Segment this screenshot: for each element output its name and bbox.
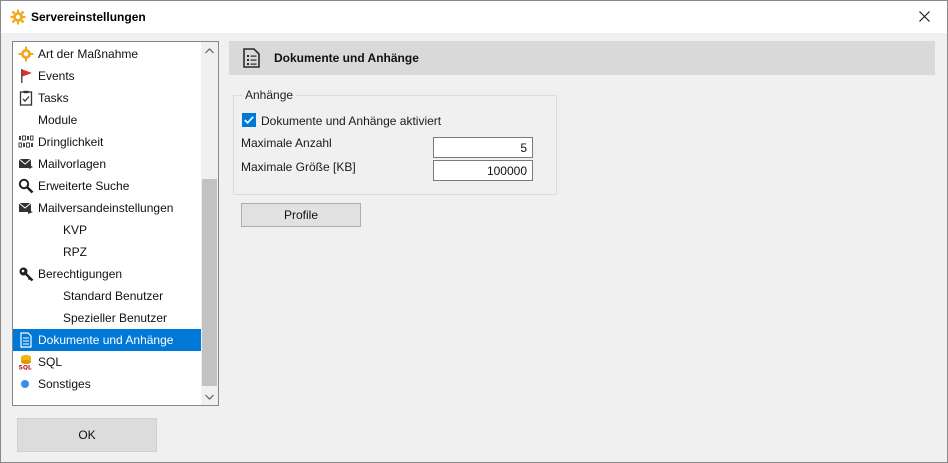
tree-scrollbar[interactable] [201,42,218,405]
blue-dot-icon [18,376,34,392]
close-button[interactable] [901,1,947,32]
tree-item-label: KVP [63,223,88,237]
max-count-label: Maximale Anzahl [241,136,332,150]
gear-icon [10,9,26,25]
title-bar: Servereinstellungen [1,1,947,33]
magnifier-icon [18,178,34,194]
sql-database-icon: SQL [18,354,34,372]
max-size-input[interactable] [433,160,533,181]
binary-icon [18,134,34,150]
tree-item[interactable]: Dokumente und Anhänge [13,329,201,351]
tree-item[interactable]: SQL SQL [13,351,201,373]
tree-item[interactable]: Spezieller Benutzer [13,307,201,329]
chevron-up-icon [205,47,214,53]
tree-item[interactable]: Tasks [13,87,201,109]
checklist-icon [18,90,34,106]
chevron-down-icon [205,394,214,400]
tree-item-label: Berechtigungen [38,267,123,281]
tree-item-label: Dringlichkeit [38,135,104,149]
tree-item[interactable]: RPZ [13,241,201,263]
tree-item[interactable]: Module [13,109,201,131]
tree-item[interactable]: Berechtigungen [13,263,201,285]
tree-item[interactable]: KVP [13,219,201,241]
settings-tree[interactable]: Art der Maßnahme Events Tasks Module Dringli… [12,41,219,406]
tree-item[interactable]: Standard Benutzer [13,285,201,307]
tree-item-label: RPZ [63,245,87,259]
max-size-label: Maximale Größe [KB] [241,160,356,174]
tree-item[interactable]: Events [13,65,201,87]
tree-item-label: Sonstiges [38,377,91,391]
attachments-enabled-checkbox[interactable] [242,113,256,127]
tree-item[interactable]: Erweiterte Suche [13,175,201,197]
tree-item-label: Dokumente und Anhänge [38,333,174,347]
tree-item[interactable]: Art der Maßnahme [13,43,201,65]
mail-send-icon [18,200,34,216]
ok-button[interactable]: OK [17,418,157,452]
window-title: Servereinstellungen [31,10,146,24]
tree-item-label: Art der Maßnahme [38,47,139,61]
tree-item-label: SQL [38,355,63,369]
tree-item-label: Erweiterte Suche [38,179,130,193]
tree-item-label: Mailvorlagen [38,157,107,171]
red-flag-icon [18,68,34,84]
max-count-input[interactable] [433,137,533,158]
key-icon [18,266,34,282]
scroll-up-button[interactable] [201,42,218,59]
tree-item-label: Tasks [38,91,69,105]
panel-title: Dokumente und Anhänge [274,51,419,65]
groupbox-legend: Anhänge [242,88,297,102]
orange-gear-icon [18,46,34,62]
close-icon [918,11,930,22]
mail-icon [18,156,34,172]
tree-item-label: Spezieller Benutzer [63,311,168,325]
profile-button[interactable]: Profile [241,203,361,227]
tree-item[interactable]: Mailvorlagen [13,153,201,175]
scroll-thumb[interactable] [202,179,217,386]
tree-items: Art der Maßnahme Events Tasks Module Dringli… [13,43,201,395]
svg-text:SQL: SQL [19,365,32,371]
document-list-icon [240,47,262,69]
tree-item[interactable]: Sonstiges [13,373,201,395]
checkmark-icon [244,116,254,124]
tree-item-label: Standard Benutzer [63,289,164,303]
tree-item[interactable]: Mailversandeinstellungen [13,197,201,219]
panel-header: Dokumente und Anhänge [229,41,935,75]
tree-item[interactable]: Dringlichkeit [13,131,201,153]
settings-window: Servereinstellungen Art der Maßnahme Even… [0,0,948,463]
scroll-down-button[interactable] [201,388,218,405]
attachments-enabled-label[interactable]: Dokumente und Anhänge aktiviert [261,114,441,128]
tree-item-label: Events [38,69,75,83]
document-icon [18,332,34,348]
tree-item-label: Module [38,113,78,127]
tree-item-label: Mailversandeinstellungen [38,201,174,215]
